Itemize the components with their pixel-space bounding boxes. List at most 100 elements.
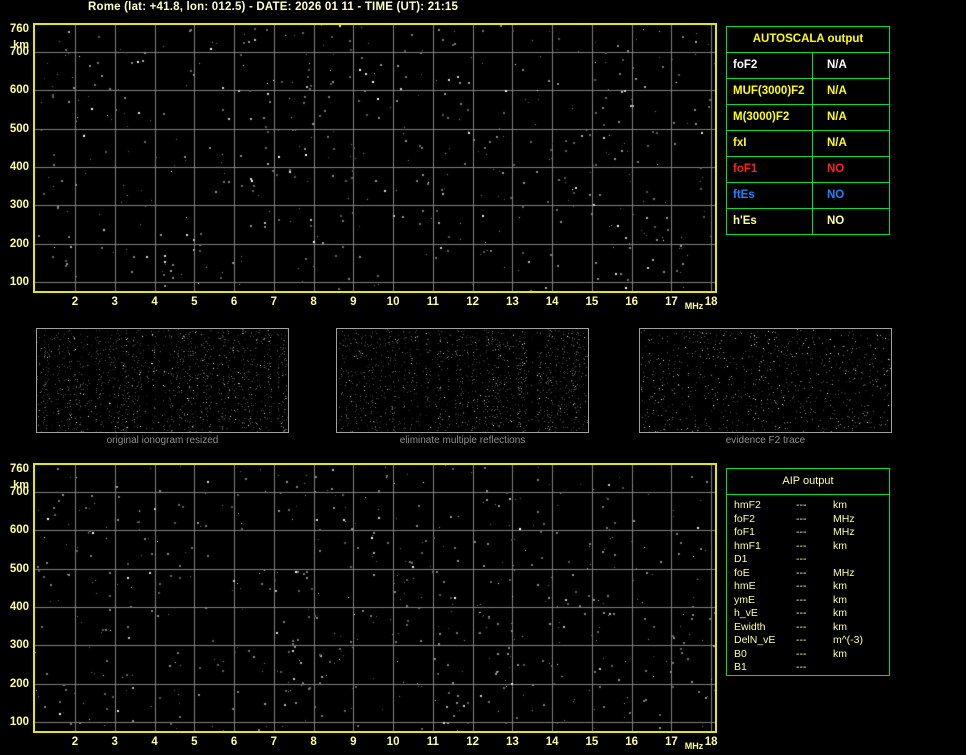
x-tick-label: 10 bbox=[386, 736, 400, 748]
y-tick-label: 600 bbox=[9, 524, 29, 537]
x-tick-label: 14 bbox=[545, 736, 559, 748]
y-tick-label: 500 bbox=[9, 562, 29, 575]
parameter-value: N/A bbox=[827, 85, 847, 97]
y-tick-label: 300 bbox=[9, 199, 29, 212]
x-tick-label: 6 bbox=[230, 296, 238, 308]
parameter-label: h_vE bbox=[734, 607, 758, 619]
x-tick-label: 5 bbox=[191, 296, 198, 308]
y-tick-label: 400 bbox=[9, 160, 29, 173]
upper-plot-y-axis: 760 700 600 500 400 300 200 100 km bbox=[0, 23, 31, 295]
x-tick-label: 2 bbox=[71, 296, 79, 308]
thumbnail-evidence-f2-trace bbox=[639, 328, 892, 433]
parameter-label: foF2 bbox=[727, 53, 813, 78]
y-tick-label: 200 bbox=[9, 677, 29, 690]
parameter-unit: MHz bbox=[833, 512, 855, 525]
parameter-value: --- bbox=[796, 539, 807, 552]
parameter-label: M(3000)F2 bbox=[727, 105, 813, 130]
thumbnail-caption: original ionogram resized bbox=[106, 435, 219, 446]
x-tick-label: 12 bbox=[466, 296, 479, 308]
y-tick-label: 400 bbox=[9, 600, 29, 613]
y-tick-label: 760 bbox=[9, 23, 29, 35]
x-tick-label: 7 bbox=[270, 736, 277, 748]
thumbnail-eliminate-reflections bbox=[336, 328, 589, 433]
lower-ionogram-plot bbox=[33, 463, 717, 733]
parameter-value: --- bbox=[796, 566, 807, 579]
x-tick-label: 14 bbox=[545, 296, 559, 308]
table-row: Ewidth --- km bbox=[734, 621, 889, 635]
parameter-value: NO bbox=[827, 163, 845, 175]
upper-ionogram-plot bbox=[33, 23, 717, 293]
parameter-unit: km bbox=[833, 620, 847, 633]
x-tick-label: 12 bbox=[466, 736, 479, 748]
y-axis-unit-label: km bbox=[13, 39, 29, 51]
x-tick-label: 3 bbox=[111, 736, 118, 748]
x-tick-label: 3 bbox=[111, 296, 118, 308]
parameter-value: --- bbox=[796, 593, 807, 606]
aip-output-table: AIP output hmF2 --- km foF2 --- MHz foF1… bbox=[726, 468, 890, 676]
table-row: DelN_vE --- m^(-3) bbox=[734, 634, 889, 648]
y-tick-label: 100 bbox=[9, 275, 29, 288]
table-row: foF1 --- MHz bbox=[734, 526, 889, 540]
x-tick-label: 9 bbox=[350, 296, 357, 308]
thumbnail-canvas bbox=[640, 329, 891, 432]
parameter-value: --- bbox=[796, 526, 807, 538]
parameter-label: ymE bbox=[734, 593, 755, 606]
x-tick-label: 8 bbox=[310, 296, 317, 308]
table-row: fxI N/A bbox=[727, 131, 889, 157]
parameter-label: B1 bbox=[734, 661, 747, 673]
parameter-unit: km bbox=[833, 607, 847, 619]
parameter-label: ftEs bbox=[727, 183, 813, 208]
parameter-value: NO bbox=[827, 215, 845, 227]
y-tick-label: 100 bbox=[9, 715, 29, 728]
parameter-value: --- bbox=[796, 620, 807, 633]
table-row: B1 --- bbox=[734, 661, 889, 675]
parameter-label: B0 bbox=[734, 647, 747, 660]
x-tick-label: 13 bbox=[505, 736, 519, 748]
parameter-value: --- bbox=[796, 499, 807, 511]
parameter-label: foF1 bbox=[734, 526, 756, 538]
thumbnail-original-ionogram bbox=[36, 328, 289, 433]
upper-ionogram-canvas bbox=[35, 25, 715, 291]
table-row: MUF(3000)F2 N/A bbox=[727, 79, 889, 105]
x-tick-label: 4 bbox=[151, 296, 158, 308]
table-row: hmE --- km bbox=[734, 580, 889, 594]
y-tick-label: 500 bbox=[9, 122, 29, 135]
parameter-value: NO bbox=[827, 189, 845, 201]
parameter-label: D1 bbox=[734, 553, 748, 565]
x-tick-label: 17 bbox=[664, 736, 678, 748]
x-tick-label: 16 bbox=[625, 296, 639, 308]
x-tick-label: 16 bbox=[625, 736, 639, 748]
parameter-value: N/A bbox=[827, 111, 847, 123]
thumbnail-canvas bbox=[337, 329, 588, 432]
x-tick-label: 6 bbox=[230, 736, 238, 748]
x-tick-label: 17 bbox=[664, 296, 678, 308]
thumbnail-caption: eliminate multiple reflections bbox=[399, 435, 526, 446]
table-row: B0 --- km bbox=[734, 648, 889, 662]
x-tick-label: 11 bbox=[426, 296, 439, 308]
thumbnail-canvas bbox=[37, 329, 288, 432]
parameter-unit: MHz bbox=[833, 526, 855, 538]
table-row: hmF2 --- km bbox=[734, 499, 889, 513]
parameter-label: foE bbox=[734, 566, 750, 579]
parameter-unit: km bbox=[833, 539, 847, 552]
x-tick-label: 9 bbox=[350, 736, 357, 748]
lower-ionogram-canvas bbox=[35, 465, 715, 731]
x-tick-label: 10 bbox=[386, 296, 400, 308]
x-tick-label: 15 bbox=[585, 736, 599, 748]
parameter-label: Ewidth bbox=[734, 620, 766, 633]
table-row: hmF1 --- km bbox=[734, 540, 889, 554]
parameter-unit: km bbox=[833, 499, 847, 511]
parameter-unit: km bbox=[833, 580, 847, 592]
autoscala-table-title: AUTOSCALA output bbox=[727, 27, 889, 53]
table-row: foF2 --- MHz bbox=[734, 513, 889, 527]
parameter-unit bbox=[833, 661, 889, 675]
x-tick-label: 18 bbox=[704, 296, 718, 308]
parameter-label: foF1 bbox=[727, 157, 813, 182]
x-tick-label: 11 bbox=[426, 736, 439, 748]
parameter-label: hmE bbox=[734, 580, 756, 592]
table-row: ftEs NO bbox=[727, 183, 889, 209]
parameter-label: DelN_vE bbox=[734, 634, 776, 646]
table-row: ymE --- km bbox=[734, 594, 889, 608]
x-axis-unit-label: MHz bbox=[684, 741, 704, 751]
parameter-value: --- bbox=[796, 553, 807, 565]
